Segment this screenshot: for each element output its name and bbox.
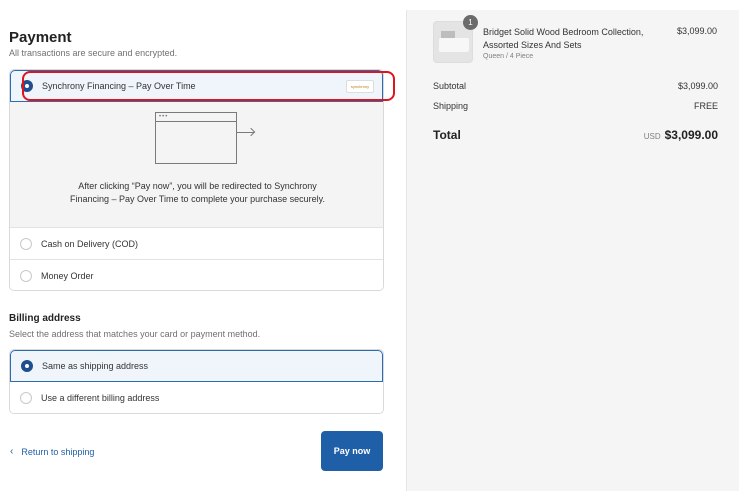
quantity-badge: 1 — [463, 15, 478, 30]
option-label: Money Order — [41, 271, 94, 281]
payment-subtitle: All transactions are secure and encrypte… — [9, 48, 178, 58]
payment-options: Synchrony Financing – Pay Over Time sync… — [9, 69, 384, 291]
shipping-row: Shipping FREE — [433, 101, 718, 111]
product-price: $3,099.00 — [676, 26, 717, 36]
billing-options: Same as shipping address Use a different… — [9, 349, 384, 414]
total-label: Total — [433, 128, 461, 142]
return-label: Return to shipping — [21, 446, 95, 457]
billing-subtitle: Select the address that matches your car… — [9, 329, 261, 339]
option-label: Same as shipping address — [42, 361, 149, 371]
option-label: Use a different billing address — [41, 393, 160, 403]
order-summary: 1 Bridget Solid Wood Bedroom Collection,… — [406, 10, 739, 491]
total-value: $3,099.00 — [664, 128, 718, 142]
pay-now-button[interactable]: Pay now — [321, 431, 383, 471]
browser-redirect-icon: ••• — [155, 112, 237, 164]
currency-code: USD — [643, 132, 661, 141]
radio-icon[interactable] — [20, 270, 32, 282]
payment-option-money-order[interactable]: Money Order — [10, 260, 383, 290]
annotation-highlight — [22, 71, 395, 101]
radio-icon[interactable] — [21, 360, 33, 372]
total-row: Total USD $3,099.00 — [433, 128, 718, 142]
radio-icon[interactable] — [20, 392, 32, 404]
chevron-left-icon: ‹ — [10, 446, 14, 457]
subtotal-value: $3,099.00 — [677, 81, 718, 91]
payment-title: Payment — [9, 29, 72, 46]
redirect-text: After clicking “Pay now”, you will be re… — [70, 181, 325, 204]
product-variant: Queen / 4 Piece — [483, 53, 534, 60]
product-name: Bridget Solid Wood Bedroom Collection, A… — [483, 27, 644, 50]
arrow-right-icon — [236, 132, 254, 133]
payment-option-cod[interactable]: Cash on Delivery (COD) — [10, 228, 383, 260]
billing-option-same[interactable]: Same as shipping address — [10, 350, 383, 382]
shipping-value: FREE — [693, 101, 718, 111]
shipping-label: Shipping — [433, 101, 469, 111]
return-to-shipping-link[interactable]: ‹ Return to shipping — [10, 446, 94, 457]
billing-title: Billing address — [9, 313, 81, 324]
subtotal-label: Subtotal — [433, 81, 467, 91]
option-label: Cash on Delivery (COD) — [41, 238, 139, 249]
radio-icon[interactable] — [20, 237, 32, 250]
subtotal-row: Subtotal $3,099.00 — [433, 81, 718, 91]
billing-option-different[interactable]: Use a different billing address — [10, 382, 383, 413]
redirect-panel: ••• After clicking “Pay now”, you will b… — [10, 102, 383, 228]
